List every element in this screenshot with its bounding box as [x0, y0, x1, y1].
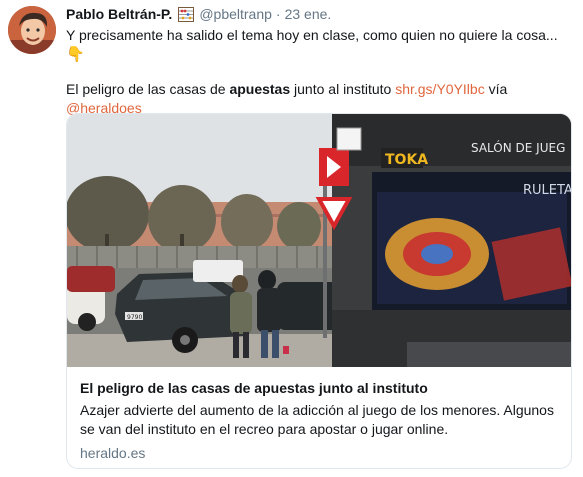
display-name[interactable]: Pablo Beltrán-P. [66, 5, 172, 23]
link-preview-card[interactable]: 9790 TOKA SALÓN DE JUEG RULETA El peligr… [66, 113, 572, 469]
avatar[interactable] [8, 6, 56, 54]
card-image[interactable]: 9790 TOKA SALÓN DE JUEG RULETA [67, 114, 571, 367]
tweet-content: Pablo Beltrán-P. @pbeltranp · 23 ene. Y … [66, 5, 574, 118]
license-plate: 9790 [127, 314, 142, 321]
salon-sign: SALÓN DE JUEG [471, 140, 565, 155]
user-handle[interactable]: @pbeltranp [199, 5, 272, 23]
tweet-text: Y precisamente ha salido el tema hoy en … [66, 26, 574, 118]
tweet-line-1: Y precisamente ha salido el tema hoy en … [66, 27, 558, 43]
card-description: Azajer advierte del aumento de la adicci… [80, 402, 554, 437]
short-link[interactable]: shr.gs/Y0YIlbc [395, 81, 485, 97]
pointing-down-emoji: 👇 [66, 46, 85, 63]
tweet-text-segment: vía [484, 81, 508, 97]
card-body: El peligro de las casas de apuestas junt… [67, 367, 571, 463]
ruleta-sign: RULETA [523, 183, 571, 198]
toka-sign: TOKA [385, 152, 428, 168]
tweet-header: Pablo Beltrán-P. @pbeltranp · 23 ene. [66, 5, 574, 23]
tweet-line-2: El peligro de las casas de apuestas junt… [66, 80, 574, 99]
tweet-highlight-word: apuestas [229, 81, 291, 97]
tweet-timestamp[interactable]: 23 ene. [285, 5, 332, 23]
tweet-text-segment: junto al instituto [290, 81, 396, 97]
card-domain: heraldo.es [80, 445, 146, 461]
card-title[interactable]: El peligro de las casas de apuestas junt… [80, 379, 557, 398]
tweet-text-segment: El peligro de las casas de [66, 81, 230, 97]
header-separator: · [275, 6, 281, 22]
tweet[interactable]: Pablo Beltrán-P. @pbeltranp · 23 ene. Y … [0, 0, 583, 477]
abacus-icon [178, 6, 195, 22]
